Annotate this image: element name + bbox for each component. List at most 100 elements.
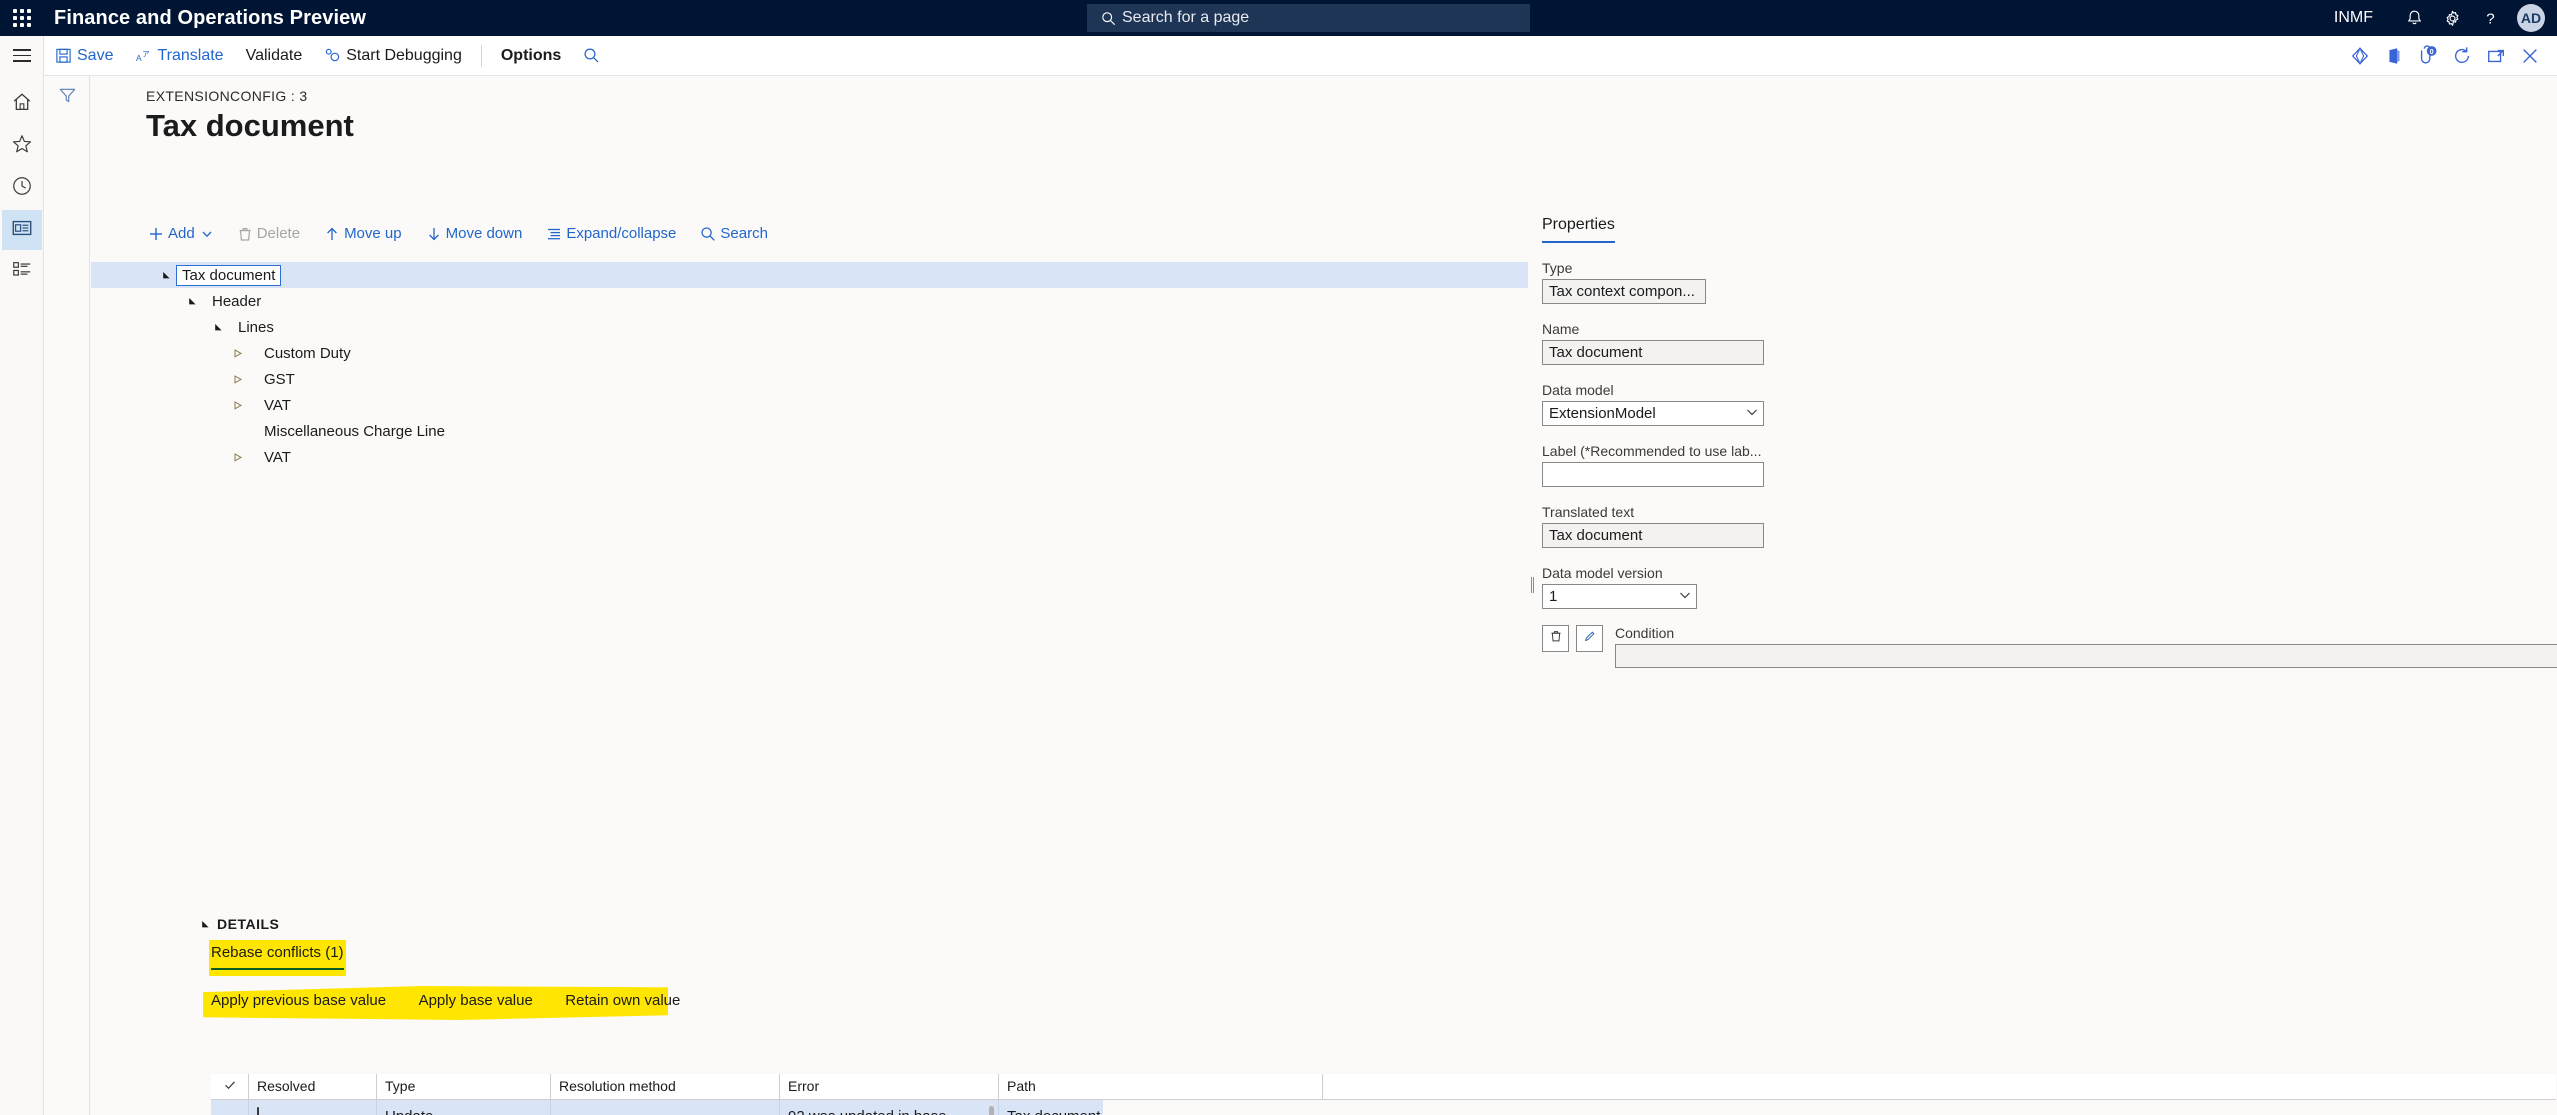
expand-collapse-button[interactable]: Expand/collapse xyxy=(544,221,686,246)
grid-header-filler xyxy=(1323,1074,2556,1099)
filter-funnel-icon[interactable] xyxy=(58,86,89,110)
delete-label: Delete xyxy=(256,225,301,242)
grid-header-resolution-method[interactable]: Resolution method xyxy=(551,1074,780,1099)
grid-header-error[interactable]: Error xyxy=(780,1074,999,1099)
translate-button[interactable]: Aア Translate xyxy=(124,36,234,76)
add-button[interactable]: Add xyxy=(146,221,223,246)
label-input[interactable] xyxy=(1542,462,1764,487)
cell-scrollbar[interactable] xyxy=(989,1106,994,1115)
search-icon xyxy=(1101,11,1116,26)
power-bi-icon[interactable] xyxy=(2343,36,2377,76)
help-question-icon[interactable]: ? xyxy=(2471,0,2509,36)
resolved-checkbox[interactable] xyxy=(257,1107,259,1115)
row-select-cell[interactable] xyxy=(211,1100,249,1115)
refresh-icon[interactable] xyxy=(2445,36,2479,76)
tree-node-label: Miscellaneous Charge Line xyxy=(264,422,445,440)
navigation-menu-toggle[interactable] xyxy=(0,35,44,76)
conflict-actions-bar: Apply previous base value Apply base val… xyxy=(203,986,2556,1026)
cell-resolved[interactable] xyxy=(249,1100,377,1115)
tree-row[interactable]: VAT xyxy=(91,392,1528,418)
grid-header-resolved[interactable]: Resolved xyxy=(249,1074,377,1099)
name-input[interactable]: Tax document xyxy=(1542,340,1764,365)
retain-own-value-button[interactable]: Retain own value xyxy=(565,992,680,1009)
validate-label: Validate xyxy=(245,46,303,64)
trash-icon xyxy=(1549,629,1563,648)
condition-edit-button[interactable] xyxy=(1576,625,1603,652)
tree-row[interactable]: Custom Duty xyxy=(91,340,1528,366)
grid-header-type[interactable]: Type xyxy=(377,1074,551,1099)
data-model-select[interactable]: ExtensionModel xyxy=(1542,401,1764,426)
page-search-input[interactable]: Search for a page xyxy=(1087,4,1530,32)
apply-previous-base-value-button[interactable]: Apply previous base value xyxy=(211,992,386,1009)
details-section-header[interactable]: DETAILS xyxy=(201,916,2556,932)
tree-row[interactable]: Tax document xyxy=(91,262,1528,288)
tree-expander-collapsed-icon[interactable] xyxy=(229,452,245,462)
app-launcher-icon[interactable] xyxy=(0,0,44,36)
field-translated-text-label: Translated text xyxy=(1542,504,1635,520)
arrow-up-icon xyxy=(324,226,340,242)
tree-row[interactable]: Header xyxy=(91,288,1528,314)
cell-error: 92 was updated in base configuration fro… xyxy=(780,1100,999,1115)
apply-base-value-button[interactable]: Apply base value xyxy=(419,992,533,1009)
data-model-version-select[interactable]: 1 xyxy=(1542,584,1697,609)
field-data-model-version: Data model version 1 xyxy=(1542,565,2557,609)
condition-delete-button[interactable] xyxy=(1542,625,1569,652)
chevron-down-icon xyxy=(1745,405,1759,423)
move-down-button[interactable]: Move down xyxy=(424,221,533,246)
company-selector[interactable]: INMF xyxy=(2334,9,2373,27)
tab-rebase-conflicts[interactable]: Rebase conflicts (1) xyxy=(211,944,344,970)
delete-button[interactable]: Delete xyxy=(235,221,310,246)
details-section: DETAILS Rebase conflicts (1) Apply previ… xyxy=(91,916,2556,1115)
sidebar-item-modules[interactable] xyxy=(2,252,42,292)
condition-field: Condition xyxy=(1615,625,2557,668)
tree-row[interactable]: Lines xyxy=(91,314,1528,340)
grid-header-select-all[interactable] xyxy=(211,1074,249,1099)
condition-input[interactable] xyxy=(1615,644,2557,668)
tree-search-button[interactable]: Search xyxy=(698,221,778,246)
details-title: DETAILS xyxy=(217,916,280,932)
debug-icon xyxy=(324,47,341,64)
table-row[interactable]: Update 92 was updated in base configurat… xyxy=(211,1100,1103,1115)
attachment-badge-icon[interactable]: 0 xyxy=(2411,36,2445,76)
action-search-button[interactable] xyxy=(572,36,616,76)
pencil-edit-icon xyxy=(1583,629,1597,648)
sidebar-item-home[interactable] xyxy=(2,84,42,124)
close-icon[interactable] xyxy=(2513,36,2547,76)
tree-expander-expanded-icon[interactable] xyxy=(158,271,174,280)
tree-row[interactable]: GST xyxy=(91,366,1528,392)
validate-button[interactable]: Validate xyxy=(235,36,314,76)
cell-path: Tax document xyxy=(999,1100,1323,1115)
move-up-label: Move up xyxy=(344,225,402,242)
office-icon[interactable] xyxy=(2377,36,2411,76)
grid-header-row: Resolved Type Resolution method Error Pa… xyxy=(211,1074,2556,1100)
tab-properties[interactable]: Properties xyxy=(1542,216,1615,243)
grid-header-path[interactable]: Path xyxy=(999,1074,1323,1099)
sidebar-item-favorites[interactable] xyxy=(2,126,42,166)
tree-expander-expanded-icon[interactable] xyxy=(210,323,226,332)
tree-expander-collapsed-icon[interactable] xyxy=(229,374,245,384)
avatar[interactable]: AD xyxy=(2517,4,2545,32)
sidebar-item-recent[interactable] xyxy=(2,168,42,208)
save-label: Save xyxy=(77,46,114,64)
save-button[interactable]: Save xyxy=(44,36,124,76)
type-input[interactable]: Tax context compon... xyxy=(1542,279,1706,304)
start-debugging-button[interactable]: Start Debugging xyxy=(313,36,473,76)
popout-icon[interactable] xyxy=(2479,36,2513,76)
cell-type: Update xyxy=(377,1100,551,1115)
tree-search-label: Search xyxy=(720,225,768,242)
conflicts-grid: Resolved Type Resolution method Error Pa… xyxy=(211,1074,2556,1115)
tree-expander-expanded-icon[interactable] xyxy=(184,297,200,306)
tree-node-label: VAT xyxy=(264,448,291,466)
translated-text-input[interactable]: Tax document xyxy=(1542,523,1764,548)
tree-row[interactable]: VAT xyxy=(91,444,1528,470)
page-main: EXTENSIONCONFIG : 3 Tax document Add Del… xyxy=(91,76,2557,1115)
settings-gear-icon[interactable] xyxy=(2433,0,2471,36)
notifications-icon[interactable] xyxy=(2395,0,2433,36)
waffle-grid xyxy=(13,9,31,27)
move-up-button[interactable]: Move up xyxy=(322,221,412,246)
sidebar-item-workspaces[interactable] xyxy=(1,210,42,250)
options-tab[interactable]: Options xyxy=(490,36,572,76)
tree-expander-collapsed-icon[interactable] xyxy=(229,400,245,410)
tree-expander-collapsed-icon[interactable] xyxy=(229,348,245,358)
tree-row[interactable]: Miscellaneous Charge Line xyxy=(91,418,1528,444)
